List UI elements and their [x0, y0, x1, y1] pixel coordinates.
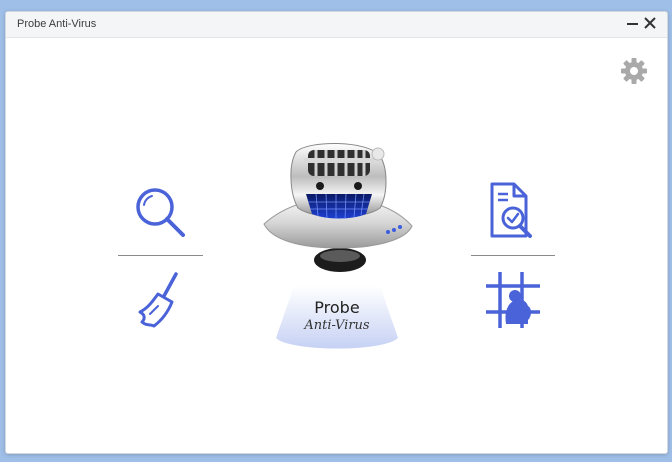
- left-divider: [118, 255, 203, 256]
- search-icon[interactable]: [130, 183, 190, 243]
- close-icon[interactable]: [642, 15, 658, 31]
- ufo-mascot-icon: [263, 143, 413, 272]
- title-bar[interactable]: Probe Anti-Virus: [6, 12, 667, 38]
- brand-name: Probe: [314, 298, 360, 317]
- app-window: Probe Anti-Virus Probe Anti-Virus: [5, 11, 668, 454]
- quarantine-grid-icon[interactable]: [482, 268, 542, 330]
- brand-tagline: Anti-Virus: [304, 318, 370, 333]
- document-check-icon[interactable]: [482, 180, 542, 242]
- right-divider: [471, 255, 555, 256]
- window-title: Probe Anti-Virus: [17, 18, 97, 30]
- gear-icon[interactable]: [619, 56, 649, 86]
- minimize-icon[interactable]: [625, 15, 641, 31]
- broom-icon[interactable]: [134, 270, 190, 330]
